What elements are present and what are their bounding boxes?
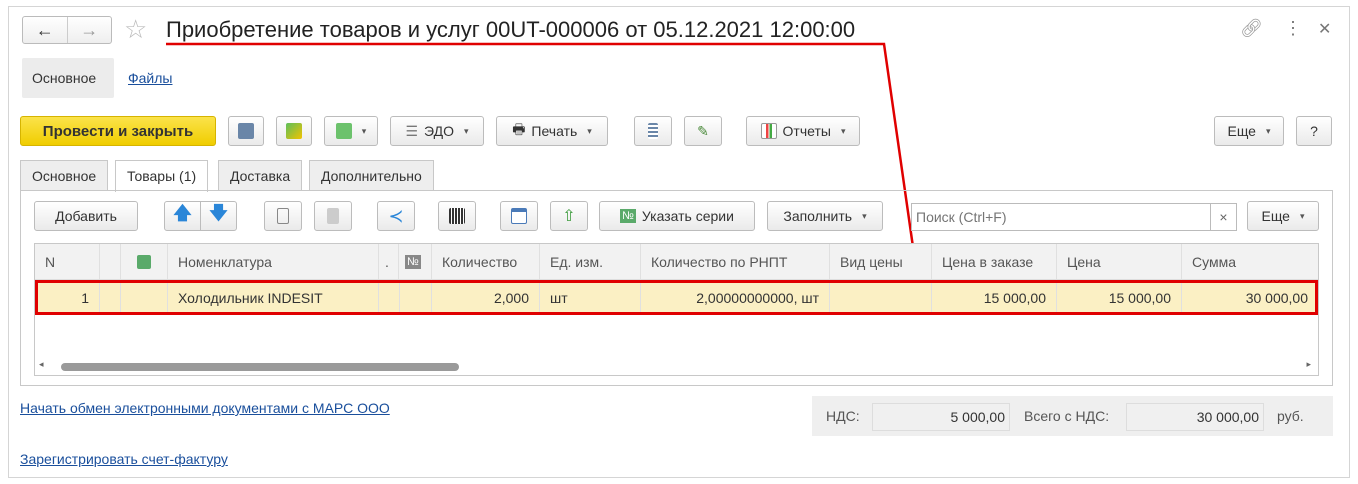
add-button[interactable]: Добавить <box>34 201 138 231</box>
link-files[interactable]: Файлы <box>128 70 172 86</box>
header-sum[interactable]: Сумма <box>1182 244 1318 279</box>
print-button[interactable]: 🖶 Печать <box>496 116 608 146</box>
paste-icon <box>327 208 339 224</box>
table-more-label: Еще <box>1261 208 1290 224</box>
list-icon <box>648 123 658 139</box>
header-icon[interactable] <box>121 244 168 279</box>
reports-label: Отчеты <box>782 123 831 139</box>
tab-main[interactable]: Основное <box>20 160 109 190</box>
start-edo-link[interactable]: Начать обмен электронными документами с … <box>20 400 390 416</box>
header-n[interactable]: N <box>35 244 100 279</box>
series-button[interactable]: № Указать серии <box>599 201 755 231</box>
vat-value: 5 000,00 <box>872 403 1010 431</box>
check-button[interactable] <box>500 201 538 231</box>
help-button[interactable]: ? <box>1296 116 1332 146</box>
header-price[interactable]: Цена <box>1057 244 1182 279</box>
search-clear-button[interactable]: × <box>1210 204 1236 230</box>
header-number-label: № <box>405 254 421 269</box>
total-value: 30 000,00 <box>1126 403 1264 431</box>
move-up-button[interactable]: 🡅 <box>164 201 201 231</box>
post-and-close-button[interactable]: Провести и закрыть <box>20 116 216 146</box>
scrollbar-thumb[interactable] <box>61 363 459 371</box>
link-main[interactable]: Основное <box>22 58 114 98</box>
post-doc-icon <box>286 123 302 139</box>
print-label: Печать <box>531 123 578 139</box>
tab-goods[interactable]: Товары (1) <box>115 160 209 192</box>
create-based-button[interactable] <box>324 116 378 146</box>
barcode-icon <box>449 208 465 224</box>
header-qty-rnpt[interactable]: Количество по РНПТ <box>641 244 830 279</box>
paste-button[interactable] <box>314 201 352 231</box>
scroll-right-icon[interactable]: ▸ <box>1306 359 1311 370</box>
header-order-price[interactable]: Цена в заказе <box>932 244 1057 279</box>
more-label: Еще <box>1227 123 1256 139</box>
barcode-button[interactable] <box>438 201 476 231</box>
edo-label: ЭДО <box>424 123 454 139</box>
move-down-button[interactable]: 🡇 <box>200 201 237 231</box>
arrow-up-icon: 🡅 <box>173 203 192 223</box>
header-dot[interactable]: . <box>379 244 399 279</box>
header-number[interactable]: № <box>399 244 432 279</box>
number-icon: № <box>620 209 636 223</box>
more-button[interactable]: Еще <box>1214 116 1284 146</box>
checklist-icon <box>511 208 527 224</box>
split-icon: ≺ <box>388 205 404 226</box>
fill-button[interactable]: Заполнить <box>767 201 883 231</box>
series-label: Указать серии <box>641 208 734 224</box>
history-button[interactable]: ✎ <box>684 116 722 146</box>
structure-button[interactable] <box>634 116 672 146</box>
search-box: × <box>911 203 1237 231</box>
help-label: ? <box>1310 123 1318 139</box>
pencil-clock-icon: ✎ <box>697 122 709 139</box>
edo-button[interactable]: ☰ ЭДО <box>390 116 484 146</box>
header-nomenclature[interactable]: Номенклатура <box>168 244 379 279</box>
copy-icon <box>277 208 289 224</box>
header-unit[interactable]: Ед. изм. <box>540 244 641 279</box>
save-button[interactable] <box>228 116 264 146</box>
tab-additional[interactable]: Дополнительно <box>309 160 434 190</box>
add-label: Добавить <box>55 208 117 224</box>
search-input[interactable] <box>912 204 1210 230</box>
arrow-down-icon: 🡇 <box>209 203 228 223</box>
upload-button[interactable]: ⇧ <box>550 201 588 231</box>
horizontal-scrollbar[interactable]: ◂ ▸ <box>39 359 1311 372</box>
printer-icon: 🖶 <box>512 121 526 137</box>
currency-label: руб. <box>1277 408 1304 424</box>
total-label: Всего с НДС: <box>1024 408 1110 424</box>
vat-label: НДС: <box>826 408 860 424</box>
header-blank[interactable] <box>100 244 121 279</box>
tab-delivery[interactable]: Доставка <box>218 160 303 190</box>
copy-button[interactable] <box>264 201 302 231</box>
upload-icon: ⇧ <box>562 208 576 225</box>
scroll-left-icon[interactable]: ◂ <box>39 359 44 370</box>
create-based-icon <box>335 123 352 139</box>
goods-table: N Номенклатура . № Количество Ед. изм. К… <box>34 243 1319 376</box>
reports-button[interactable]: Отчеты <box>746 116 860 146</box>
floppy-icon <box>238 123 254 139</box>
edo-icon: ☰ <box>405 122 419 139</box>
reports-icon <box>760 123 777 139</box>
register-invoice-link[interactable]: Зарегистрировать счет-фактуру <box>20 451 228 467</box>
money-icon <box>137 254 151 269</box>
post-and-close-label: Провести и закрыть <box>42 122 194 140</box>
table-more-button[interactable]: Еще <box>1247 201 1319 231</box>
post-button[interactable] <box>276 116 312 146</box>
fill-label: Заполнить <box>783 208 853 224</box>
row-highlight-annotation <box>35 280 1318 315</box>
split-button[interactable]: ≺ <box>377 201 415 231</box>
header-quantity[interactable]: Количество <box>432 244 540 279</box>
table-header: N Номенклатура . № Количество Ед. изм. К… <box>35 244 1318 280</box>
header-price-type[interactable]: Вид цены <box>830 244 932 279</box>
